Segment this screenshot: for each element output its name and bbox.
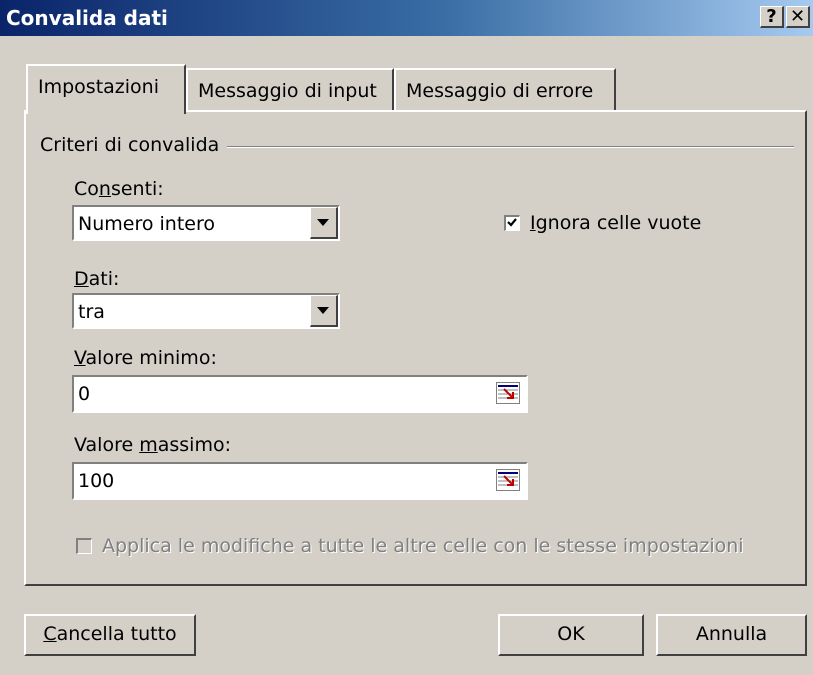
chevron-down-icon (317, 307, 329, 314)
range-select-icon[interactable] (496, 469, 520, 491)
max-value-input[interactable]: 100 (72, 462, 528, 500)
allow-dropdown-value: Numero intero (78, 213, 215, 235)
data-dropdown-button[interactable] (310, 295, 338, 327)
data-label: Dati: (74, 268, 120, 290)
checkmark-icon (507, 218, 517, 227)
range-select-icon[interactable] (496, 382, 520, 404)
min-value-label: Valore minimo: (74, 347, 217, 369)
tab-impostazioni[interactable]: Impostazioni (26, 64, 186, 114)
min-value-input[interactable]: 0 (72, 375, 528, 413)
data-dropdown-value: tra (78, 301, 105, 323)
close-button[interactable]: ✕ (786, 6, 810, 28)
data-dropdown[interactable]: tra (72, 293, 340, 329)
max-value-text: 100 (78, 470, 115, 492)
tab-messaggio-di-input[interactable]: Messaggio di input (186, 68, 394, 110)
max-value-label: Valore massimo: (74, 434, 231, 456)
dialog-title: Convalida dati (6, 6, 168, 30)
tab-messaggio-di-errore[interactable]: Messaggio di errore (394, 68, 616, 110)
allow-label: Consenti: (74, 178, 164, 200)
help-button[interactable]: ? (760, 6, 784, 28)
apply-all-checkbox[interactable] (76, 538, 92, 554)
title-bar: Convalida dati ? ✕ (0, 0, 813, 36)
cancel-button[interactable]: Annulla (656, 614, 807, 656)
chevron-down-icon (317, 219, 329, 226)
clear-all-button[interactable]: Cancella tutto (24, 614, 196, 656)
ignore-blank-label[interactable]: Ignora celle vuote (530, 212, 701, 234)
apply-all-label: Applica le modifiche a tutte le altre ce… (102, 535, 744, 557)
allow-dropdown-button[interactable] (310, 207, 338, 239)
criteria-group-label: Criteri di convalida (40, 134, 228, 156)
allow-dropdown[interactable]: Numero intero (72, 205, 340, 241)
min-value-text: 0 (78, 383, 91, 405)
ok-button[interactable]: OK (498, 614, 644, 656)
ignore-blank-checkbox[interactable] (504, 215, 520, 231)
